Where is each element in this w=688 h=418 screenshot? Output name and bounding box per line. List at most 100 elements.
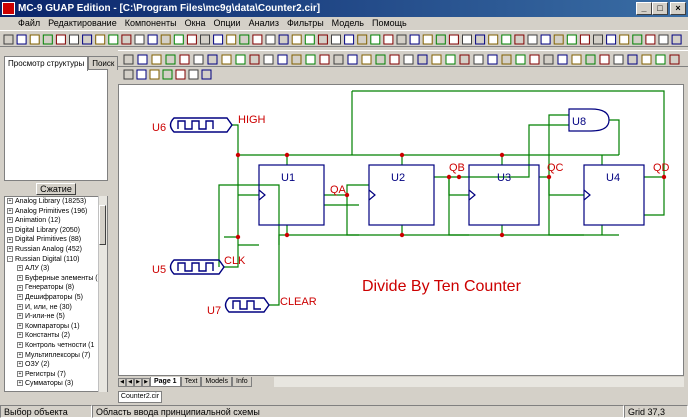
library-scroll-thumb[interactable] — [99, 205, 106, 245]
tab-page-1[interactable]: Page 1 — [150, 377, 181, 387]
expander-icon[interactable]: + — [17, 265, 23, 272]
toolbar-button-icon[interactable] — [571, 54, 582, 65]
toolbar-button-icon[interactable] — [543, 54, 554, 65]
toolbar-button-icon[interactable] — [409, 34, 420, 45]
toolbar-button-icon[interactable] — [333, 54, 344, 65]
toolbar-button-icon[interactable] — [514, 34, 525, 45]
menu-item[interactable]: Окна — [181, 17, 210, 30]
expander-icon[interactable]: + — [17, 370, 23, 377]
collapse-button[interactable]: Сжатие — [36, 183, 76, 195]
toolbar-button-icon[interactable] — [136, 69, 147, 80]
toolbar-button-icon[interactable] — [29, 34, 40, 45]
horizontal-scrollbar[interactable] — [274, 377, 684, 387]
toolbar-button-icon[interactable] — [641, 54, 652, 65]
toolbar-button-icon[interactable] — [69, 34, 79, 45]
toolbar-button-icon[interactable] — [403, 54, 414, 65]
toolbar-button-icon[interactable] — [249, 54, 260, 65]
minimize-button[interactable]: _ — [636, 2, 652, 15]
toolbar-button-icon[interactable] — [473, 54, 484, 65]
library-item[interactable]: + ОЗУ (2) — [5, 360, 107, 370]
last-page-button[interactable]: ▶ — [142, 377, 150, 387]
menu-item[interactable]: Помощь — [368, 17, 411, 30]
toolbar-button-icon[interactable] — [55, 34, 66, 45]
toolbar-button-icon[interactable] — [16, 34, 27, 45]
toolbar-button-icon[interactable] — [445, 54, 456, 65]
toolbar-button-icon[interactable] — [347, 54, 358, 65]
toolbar-button-icon[interactable] — [475, 34, 486, 45]
toolbar-button-icon[interactable] — [557, 54, 568, 65]
menu-item[interactable]: Фильтры — [283, 17, 328, 30]
toolbar-button-icon[interactable] — [540, 34, 551, 45]
expander-icon[interactable]: + — [17, 303, 23, 310]
expander-icon[interactable]: + — [17, 380, 23, 387]
toolbar-button-icon[interactable] — [3, 34, 14, 45]
toolbar-button-icon[interactable] — [123, 69, 134, 80]
toolbar-button-icon[interactable] — [627, 54, 638, 65]
toolbar-button-icon[interactable] — [263, 54, 274, 65]
toolbar-button-icon[interactable] — [396, 34, 407, 45]
menu-item[interactable]: Файл — [14, 17, 44, 30]
expander-icon[interactable]: + — [17, 284, 23, 291]
toolbar-button-icon[interactable] — [226, 34, 237, 45]
toolbar-button-icon[interactable] — [655, 54, 666, 65]
toolbar-button-icon[interactable] — [134, 34, 145, 45]
toolbar-button-icon[interactable] — [606, 34, 617, 45]
toolbar-button-icon[interactable] — [488, 34, 499, 45]
main-toolbar-icons[interactable] — [0, 31, 688, 48]
structure-view[interactable] — [4, 69, 108, 181]
toolbar-button-icon[interactable] — [149, 69, 160, 80]
tab-search[interactable]: Поиск — [88, 56, 119, 70]
library-item[interactable]: + Регистры (7) — [5, 370, 107, 380]
toolbar-button-icon[interactable] — [501, 34, 512, 45]
toolbar-button-icon[interactable] — [221, 54, 232, 65]
toolbar-button-icon[interactable] — [252, 34, 263, 45]
expander-icon[interactable]: + — [7, 226, 13, 233]
app-icon[interactable] — [2, 2, 15, 15]
toolbar-button-icon[interactable] — [658, 34, 669, 45]
toolbar-button-icon[interactable] — [389, 54, 400, 65]
toolbar-button-icon[interactable] — [319, 54, 330, 65]
toolbar-button-icon[interactable] — [632, 34, 643, 45]
library-item[interactable]: + И, или, не (30) — [5, 303, 107, 313]
toolbar-button-icon[interactable] — [515, 54, 526, 65]
toolbar-button-icon[interactable] — [599, 54, 610, 65]
expander-icon[interactable]: + — [17, 351, 23, 358]
library-item[interactable]: + Digital Library (2050) — [5, 226, 107, 236]
toolbar-button-icon[interactable] — [304, 34, 315, 45]
toolbar-button-icon[interactable] — [487, 54, 498, 65]
library-item[interactable]: + Буферные элементы (3 — [5, 274, 107, 284]
tab-text[interactable]: Text — [180, 377, 202, 387]
toolbar-button-icon[interactable] — [527, 34, 538, 45]
library-item[interactable]: + Константы (2) — [5, 331, 107, 341]
toolbar-button-icon[interactable] — [200, 34, 210, 45]
toolbar-button-icon[interactable] — [344, 34, 355, 45]
toolbar-button-icon[interactable] — [593, 34, 603, 45]
toolbar-button-icon[interactable] — [613, 54, 624, 65]
toolbar-button-icon[interactable] — [305, 54, 316, 65]
tab-models[interactable]: Models — [201, 377, 232, 387]
toolbar-button-icon[interactable] — [331, 34, 341, 45]
toolbar-button-icon[interactable] — [375, 54, 386, 65]
toolbar-button-icon[interactable] — [671, 34, 682, 45]
toolbar-button-icon[interactable] — [291, 54, 302, 65]
file-tab[interactable]: Counter2.cir — [118, 391, 162, 403]
schematic-drawing[interactable]: U6 U5 U7 HIGH CLK CLEAR QA QB QC QD Divi… — [119, 85, 684, 376]
expander-icon[interactable]: + — [17, 322, 23, 329]
toolbar-button-icon[interactable] — [42, 34, 53, 45]
toolbar-button-icon[interactable] — [108, 34, 119, 45]
expander-icon[interactable]: + — [7, 217, 13, 224]
expander-icon[interactable]: + — [17, 332, 23, 339]
toolbar-button-icon[interactable] — [151, 54, 162, 65]
expander-icon[interactable]: + — [17, 274, 23, 281]
expander-icon[interactable]: - — [7, 255, 13, 262]
library-item[interactable]: + И-или-не (5) — [5, 312, 107, 322]
toolbar-button-icon[interactable] — [277, 54, 288, 65]
menu-item[interactable]: Компоненты — [121, 17, 181, 30]
toolbar-button-icon[interactable] — [619, 34, 630, 45]
expander-icon[interactable]: + — [17, 361, 23, 368]
library-item[interactable]: + Сумматоры (3) — [5, 379, 107, 389]
schematic-canvas[interactable]: U6 U5 U7 HIGH CLK CLEAR QA QB QC QD Divi… — [118, 84, 684, 376]
toolbar-button-icon[interactable] — [173, 34, 184, 45]
library-item[interactable]: + Мультиплексоры (7) — [5, 351, 107, 361]
library-item[interactable]: - Russian Digital (110) — [5, 255, 107, 265]
